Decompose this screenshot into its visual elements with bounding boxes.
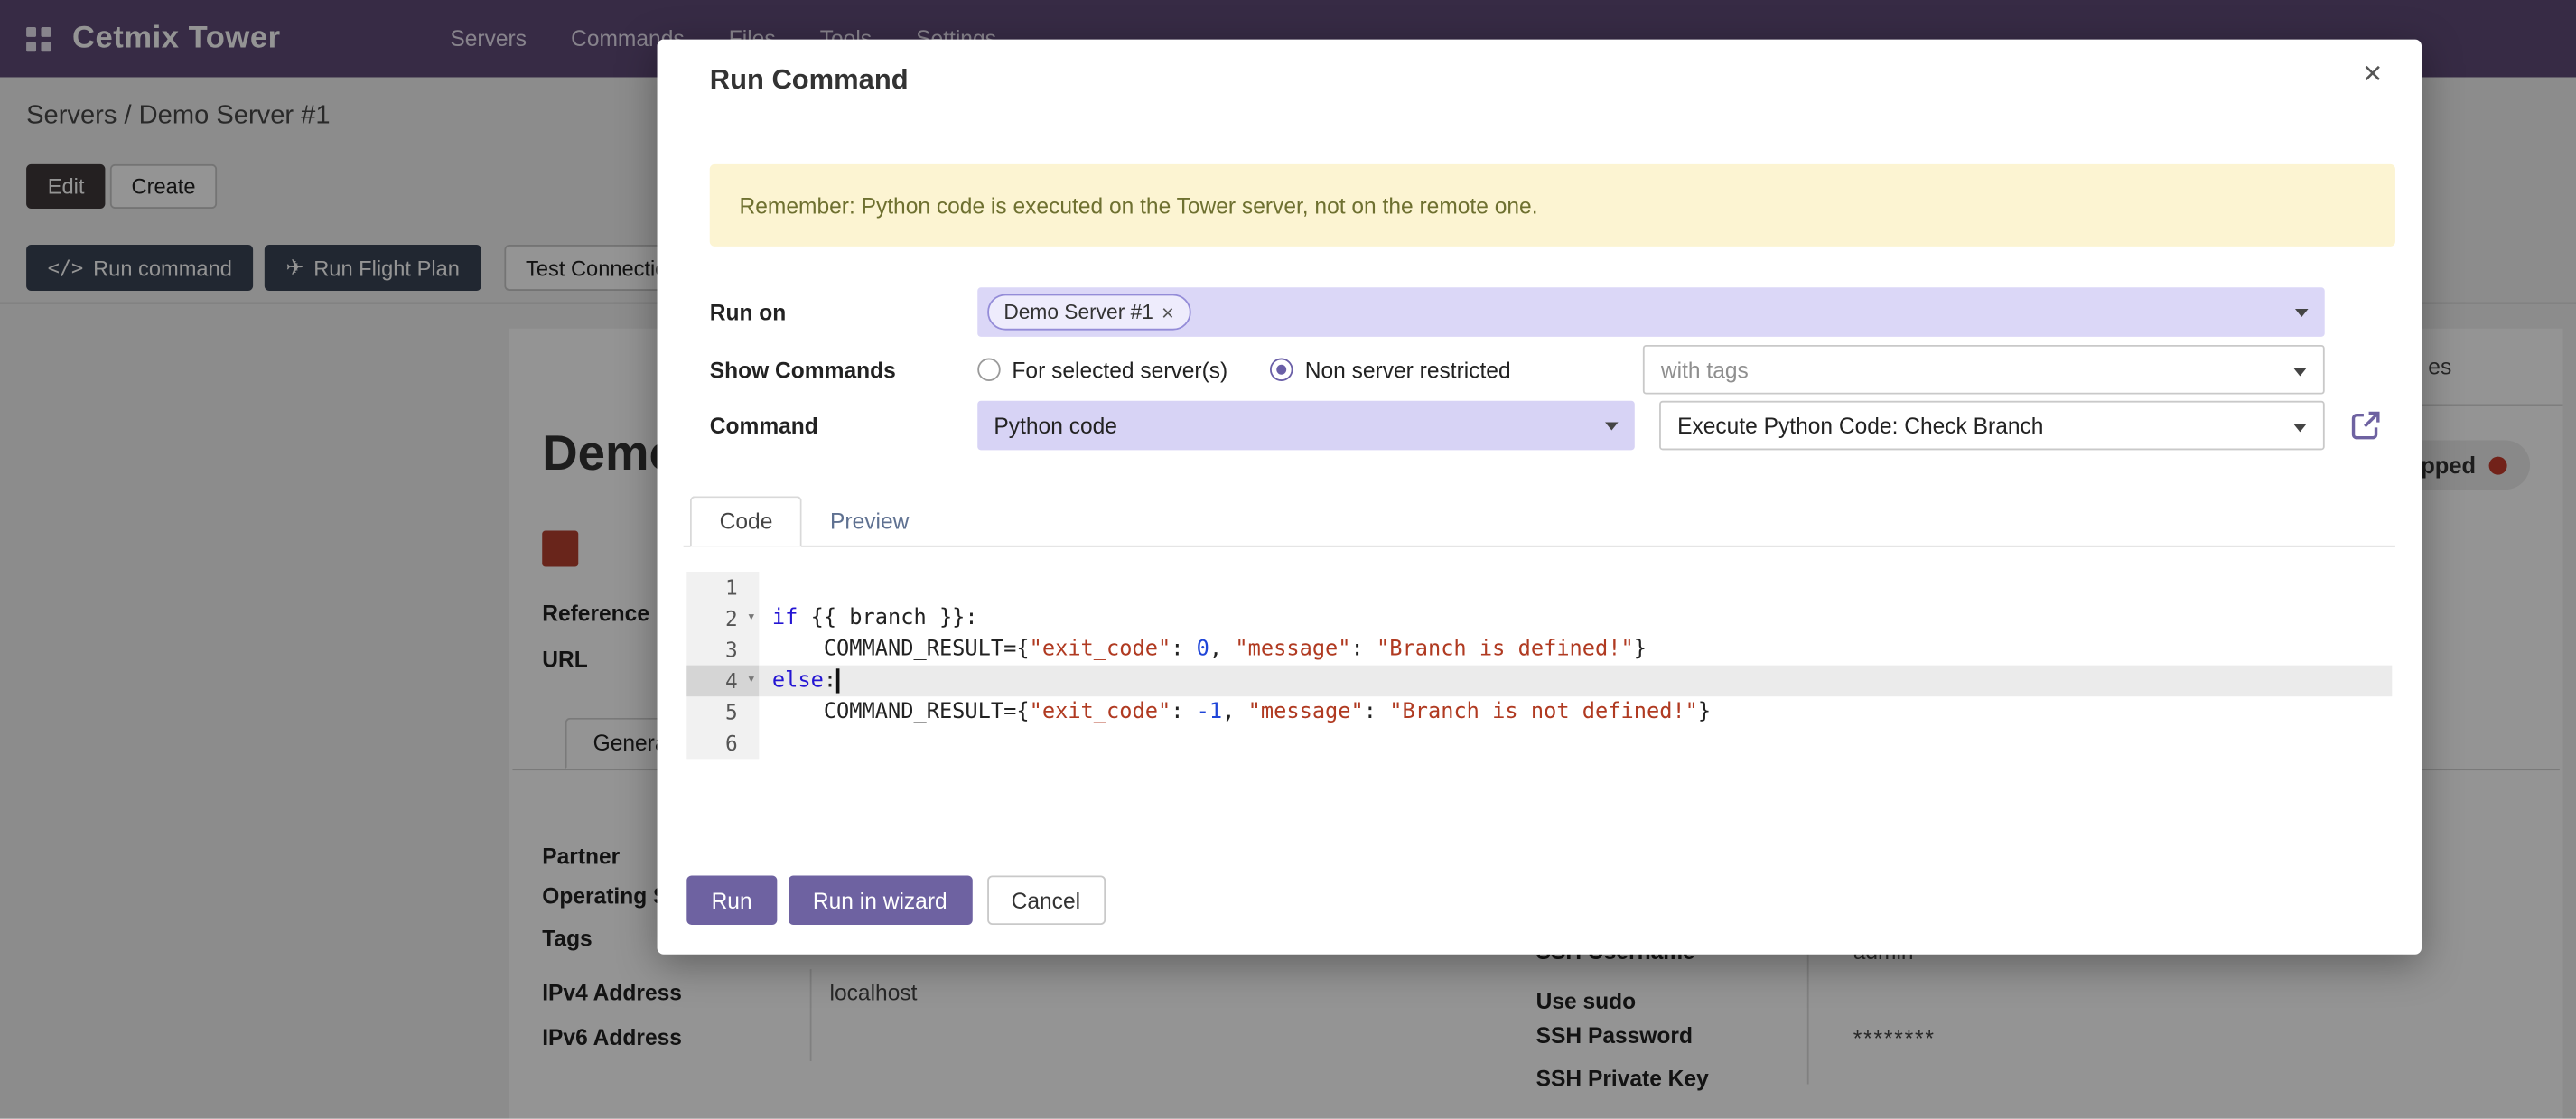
tab-code[interactable]: Code (690, 496, 802, 546)
command-value: Execute Python Code: Check Branch (1677, 413, 2043, 437)
run-on-label: Run on (710, 287, 787, 337)
fold-arrow-icon[interactable]: ▾ (747, 666, 756, 697)
chevron-down-icon (2295, 309, 2309, 317)
cancel-button[interactable]: Cancel (986, 875, 1105, 925)
chevron-down-icon (2293, 424, 2307, 432)
server-tag-label: Demo Server #1 (1003, 301, 1153, 323)
chip-remove-icon[interactable]: × (1162, 302, 1174, 323)
external-link-icon[interactable] (2349, 409, 2382, 442)
run-in-wizard-button[interactable]: Run in wizard (789, 875, 972, 925)
warning-banner: Remember: Python code is executed on the… (710, 164, 2395, 247)
command-select[interactable]: Execute Python Code: Check Branch (1659, 401, 2325, 451)
radio-non-restricted[interactable] (1271, 359, 1293, 381)
run-button[interactable]: Run (686, 875, 777, 925)
close-icon[interactable]: × (2363, 58, 2382, 90)
tab-preview[interactable]: Preview (802, 498, 937, 546)
radio-selected-servers[interactable] (977, 359, 1000, 381)
radio-non-restricted-label[interactable]: Non server restricted (1305, 358, 1511, 382)
code-lines[interactable]: if {{ branch }}: COMMAND_RESULT={"exit_c… (759, 572, 2392, 759)
with-tags-select[interactable]: with tags (1643, 345, 2325, 395)
command-type-select[interactable]: Python code (977, 401, 1635, 451)
fold-arrow-icon[interactable]: ▾ (747, 603, 756, 635)
screen: Cetmix Tower Servers Commands Files Tool… (0, 0, 2576, 1119)
warning-text: Remember: Python code is executed on the… (739, 193, 1537, 218)
with-tags-placeholder: with tags (1661, 358, 1749, 382)
modal-title: Run Command (710, 64, 909, 97)
run-on-select[interactable]: Demo Server #1 × (977, 287, 2324, 337)
editor-tabbar: Code Preview (684, 493, 2395, 547)
chevron-down-icon (2293, 368, 2307, 376)
command-type-value: Python code (994, 413, 1117, 437)
code-editor[interactable]: 12▾34▾56 if {{ branch }}: COMMAND_RESULT… (686, 568, 2392, 765)
server-tag-chip[interactable]: Demo Server #1 × (987, 294, 1190, 331)
text-cursor (836, 668, 840, 693)
code-gutter: 12▾34▾56 (686, 572, 759, 759)
modal-footer: Run Run in wizard Cancel (686, 875, 1105, 925)
run-command-modal: Run Command × Remember: Python code is e… (658, 40, 2422, 955)
show-commands-label: Show Commands (710, 345, 896, 395)
chevron-down-icon (1605, 422, 1619, 430)
show-commands-radios: For selected server(s) Non server restri… (977, 345, 1510, 395)
radio-selected-servers-label[interactable]: For selected server(s) (1012, 358, 1227, 382)
command-label: Command (710, 401, 818, 451)
